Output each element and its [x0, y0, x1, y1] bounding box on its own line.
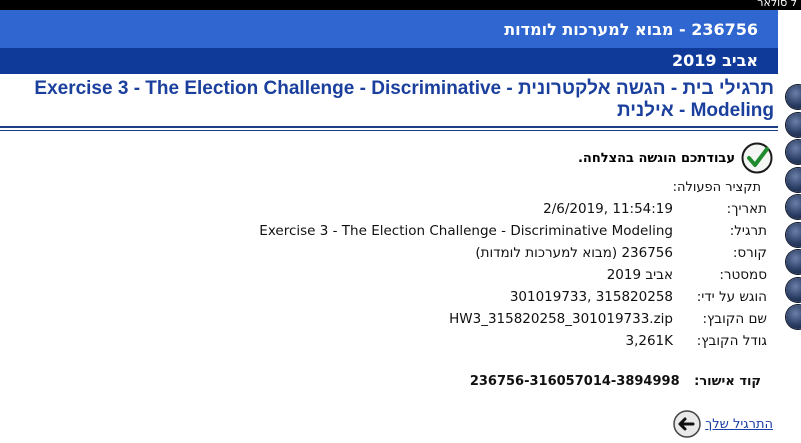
summary-value-exercise: Exercise 3 - The Election Challenge - Di… [259, 223, 673, 239]
side-nav-button-6[interactable] [786, 222, 801, 247]
checkmark-icon [741, 142, 773, 174]
summary-label: שם הקובץ: [702, 311, 767, 327]
course-header: 236756 - מבוא למערכות לומדות [0, 10, 778, 48]
summary-heading: תקציר הפעולה: [672, 180, 761, 195]
submission-summary-table: תאריך: 2/6/2019, 11:54:19 תרגיל: Exercis… [259, 198, 767, 352]
summary-label: הוגש על ידי: [696, 289, 767, 305]
side-nav-button-4[interactable] [786, 167, 801, 192]
back-to-exercise[interactable]: התרגיל שלך [673, 410, 773, 438]
summary-value-date: 2/6/2019, 11:54:19 [543, 201, 673, 217]
arrow-left-icon[interactable] [673, 410, 701, 438]
side-nav-button-5[interactable] [786, 195, 801, 219]
title-divider [0, 126, 778, 128]
title-divider-thin [0, 130, 778, 131]
summary-label: תרגיל: [729, 223, 767, 239]
side-nav-button-8[interactable] [786, 277, 801, 302]
page-title: תרגילי בית - הגשה אלקטרונית - Exercise 3… [34, 78, 774, 121]
summary-label: קורס: [732, 245, 767, 261]
confirmation-code: קוד אישור: 236756-316057014-3894998 [470, 374, 761, 389]
summary-row-date: תאריך: 2/6/2019, 11:54:19 [259, 198, 767, 220]
side-nav-button-9[interactable] [786, 305, 801, 329]
summary-label: סמסטר: [719, 267, 767, 283]
confirmation-label: קוד אישור: [694, 374, 761, 389]
summary-row-submitted-by: הוגש על ידי: 301019733, 315820258 [259, 286, 767, 308]
top-bar-text: ל סולאר [757, 0, 797, 9]
success-message: עבודתכם הוגשה בהצלחה. [577, 150, 735, 166]
side-nav-button-2[interactable] [786, 112, 801, 137]
side-nav [786, 85, 801, 333]
summary-label: תאריך: [726, 201, 767, 217]
top-bar: ל סולאר [0, 0, 801, 10]
summary-value-submitted-by: 301019733, 315820258 [509, 289, 673, 305]
summary-value-filesize: 3,261K [625, 333, 673, 349]
semester-title: אביב 2019 [672, 51, 758, 70]
summary-value-semester: אביב 2019 [606, 267, 673, 283]
summary-row-course: קורס: 236756 (מבוא למערכות לומדות) [259, 242, 767, 264]
summary-row-semester: סמסטר: אביב 2019 [259, 264, 767, 286]
side-nav-button-7[interactable] [786, 250, 801, 274]
summary-value-filename: HW3_315820258_301019733.zip [449, 311, 673, 327]
side-nav-button-1[interactable] [786, 85, 801, 109]
summary-row-filesize: גודל הקובץ: 3,261K [259, 330, 767, 352]
confirmation-value: 236756-316057014-3894998 [469, 374, 680, 389]
summary-row-filename: שם הקובץ: HW3_315820258_301019733.zip [259, 308, 767, 330]
summary-label: גודל הקובץ: [696, 333, 767, 349]
success-notice: עבודתכם הוגשה בהצלחה. [578, 140, 773, 176]
course-title: 236756 - מבוא למערכות לומדות [504, 20, 758, 39]
side-nav-button-3[interactable] [786, 140, 801, 164]
summary-row-exercise: תרגיל: Exercise 3 - The Election Challen… [259, 220, 767, 242]
back-link[interactable]: התרגיל שלך [705, 417, 773, 432]
semester-header: אביב 2019 [0, 48, 778, 74]
summary-value-course: 236756 (מבוא למערכות לומדות) [475, 245, 673, 261]
